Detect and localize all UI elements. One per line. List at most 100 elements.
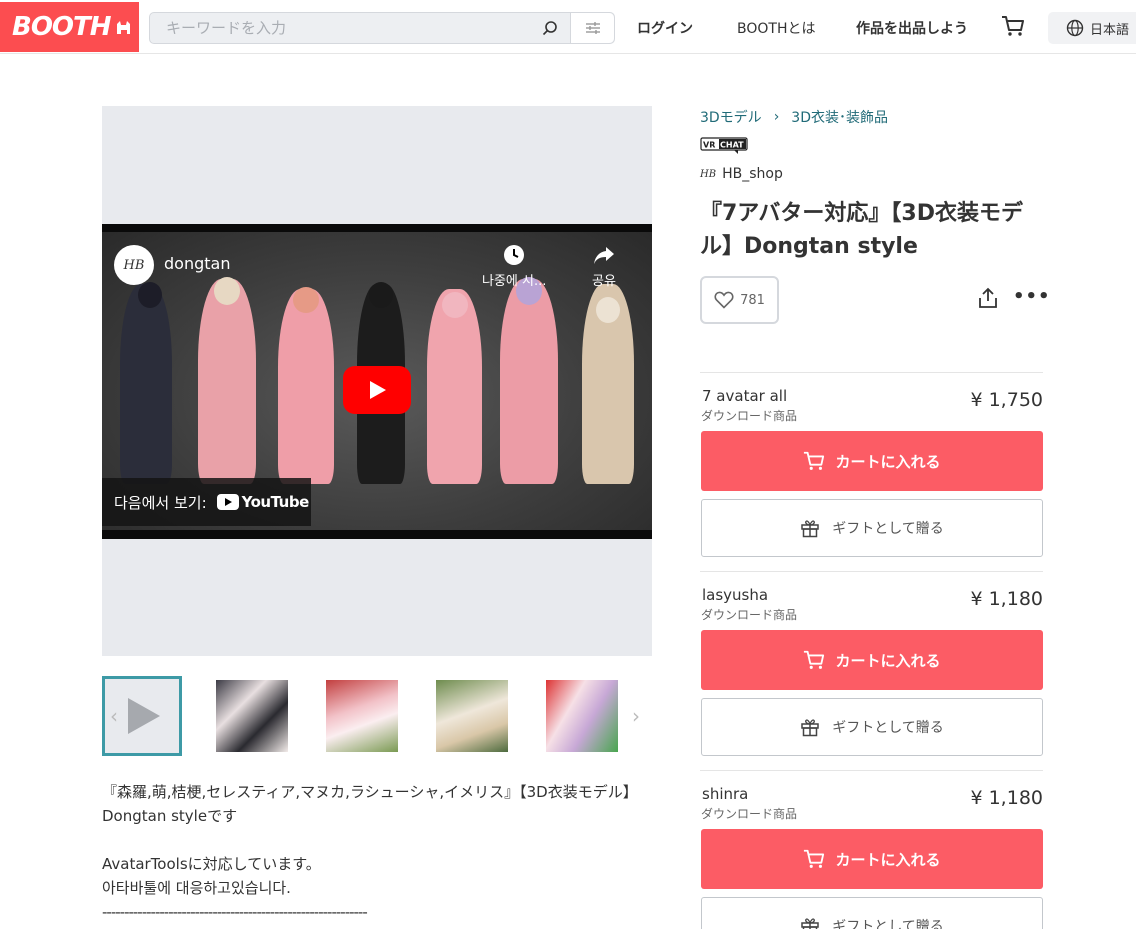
thumbnail-strip: ‹ › (102, 676, 652, 756)
avatar-figure (278, 289, 334, 484)
add-to-cart-label: カートに入れる (835, 651, 941, 670)
avatar-head (442, 292, 468, 318)
search-icon (542, 21, 557, 36)
youtube-embed[interactable]: HB dongtan 나중에 시... 공유 다음에서 보기: YouTube (102, 224, 652, 539)
variation-type: ダウンロード商品 (701, 608, 798, 622)
cart-icon (804, 849, 825, 868)
breadcrumb: 3Dモデル › 3D衣装･装飾品 (700, 107, 888, 127)
play-icon (128, 698, 160, 734)
search-input[interactable] (150, 13, 530, 43)
avatar-figure (500, 279, 558, 484)
gift-button[interactable]: ギフトとして贈る (701, 499, 1043, 557)
search-bar (149, 12, 615, 44)
breadcrumb-subcategory[interactable]: 3D衣装･装飾品 (791, 107, 888, 127)
share-icon (979, 287, 997, 308)
chevron-right-icon[interactable]: › (632, 704, 640, 728)
booth-logo[interactable]: BOOTH (0, 2, 139, 52)
avatar-figure (120, 284, 172, 484)
play-button[interactable] (343, 366, 411, 414)
language-selector[interactable]: 日本語 (1048, 12, 1136, 44)
share-video-button[interactable]: 공유 (592, 244, 616, 289)
gift-button[interactable]: ギフトとして贈る (701, 698, 1043, 756)
thumbnail-image[interactable] (436, 680, 508, 752)
gift-label: ギフトとして贈る (832, 521, 944, 537)
gift-label: ギフトとして贈る (832, 720, 944, 736)
channel-avatar[interactable]: HB (114, 245, 154, 285)
gift-label: ギフトとして贈る (832, 919, 944, 929)
play-icon (370, 381, 386, 399)
logo-text: BOOTH (12, 12, 112, 42)
cart-icon (1002, 16, 1024, 36)
youtube-logo: YouTube (216, 493, 310, 511)
cart-button[interactable] (1001, 14, 1025, 42)
add-to-cart-button[interactable]: カートに入れる (701, 431, 1043, 491)
vrchat-badge[interactable]: VR CHAT (700, 137, 748, 155)
shop-link[interactable]: HB HB_shop (700, 166, 783, 182)
gift-icon (801, 520, 819, 538)
thumbnail-image[interactable] (326, 680, 398, 752)
variation-item: 7 avatar all ダウンロード商品 ¥ 1,750 カートに入れる ギフ… (700, 372, 1043, 572)
shop-name: HB_shop (722, 166, 783, 182)
watch-on-label: 다음에서 보기: (114, 493, 207, 512)
chevron-left-icon[interactable]: ‹ (110, 704, 118, 728)
heart-icon (714, 291, 734, 309)
watch-later-label: 나중에 시... (482, 274, 547, 289)
gift-icon (801, 918, 819, 929)
add-to-cart-label: カートに入れる (835, 850, 941, 869)
variation-item: shinra ダウンロード商品 ¥ 1,180 カートに入れる ギフトとして贈る (700, 770, 1043, 929)
thumbnail-image[interactable] (216, 680, 288, 752)
product-description: 『森羅,萌,桔梗,セレスティア,マヌカ,ラシューシャ,イメリス』【3D衣装モデル… (102, 780, 652, 924)
video-frame: HB dongtan 나중에 시... 공유 다음에서 보기: YouTube (102, 232, 652, 530)
youtube-play-icon (216, 494, 239, 510)
avatar-head (138, 282, 162, 308)
variation-price: ¥ 1,180 (970, 588, 1043, 610)
description-line: 아타바툴에 대응하고있습니다. (102, 879, 291, 897)
breadcrumb-category[interactable]: 3Dモデル (700, 107, 762, 127)
language-label: 日本語 (1090, 22, 1130, 38)
site-header: BOOTH ログイン BOOTHとは 作品を出品しよう 日本語 (0, 0, 1136, 54)
badge-chat: CHAT (720, 141, 744, 150)
avatar-head (369, 282, 393, 308)
nav-sell[interactable]: 作品を出品しよう (856, 18, 968, 38)
watch-later-button[interactable]: 나중에 시... (482, 244, 546, 289)
globe-icon (1066, 19, 1084, 37)
youtube-logo-text: YouTube (241, 493, 310, 511)
channel-name[interactable]: dongtan (164, 254, 230, 273)
description-line: AvatarToolsに対応しています。 (102, 855, 321, 873)
cat-icon (116, 21, 130, 34)
add-to-cart-label: カートに入れる (835, 452, 941, 471)
description-line: 『森羅,萌,桔梗,セレスティア,マヌカ,ラシューシャ,イメリス』【3D衣装モデル… (102, 783, 638, 825)
filter-icon (585, 22, 600, 34)
add-to-cart-button[interactable]: カートに入れる (701, 630, 1043, 690)
variation-name: 7 avatar all (702, 387, 788, 405)
cart-icon (804, 650, 825, 669)
avatar-figure (198, 279, 256, 484)
shop-logo: HB (700, 168, 717, 180)
nav-login[interactable]: ログイン (637, 18, 693, 38)
share-label: 공유 (592, 274, 616, 289)
variation-price: ¥ 1,750 (970, 389, 1043, 411)
add-to-cart-button[interactable]: カートに入れる (701, 829, 1043, 889)
filter-button[interactable] (570, 13, 614, 43)
variation-name: shinra (702, 785, 749, 803)
share-arrow-icon (593, 247, 614, 264)
search-button[interactable] (530, 13, 570, 43)
thumbnail-image[interactable] (546, 680, 618, 752)
variation-name: lasyusha (702, 586, 769, 604)
badge-vr: VR (703, 141, 715, 150)
gift-icon (801, 719, 819, 737)
share-button[interactable] (978, 287, 998, 313)
like-count: 781 (740, 292, 765, 308)
more-options-icon[interactable]: ••• (1013, 286, 1051, 307)
chevron-right-icon: › (773, 109, 780, 125)
clock-icon (504, 245, 525, 265)
cart-icon (804, 451, 825, 470)
nav-about-booth[interactable]: BOOTHとは (737, 18, 815, 38)
product-title: 『7アバター対応』【3D衣装モデル】Dongtan style (700, 201, 1023, 259)
gift-button[interactable]: ギフトとして贈る (701, 897, 1043, 929)
watch-on-youtube[interactable]: 다음에서 보기: YouTube (102, 478, 311, 526)
avatar-head (293, 287, 319, 313)
like-button[interactable]: 781 (700, 276, 779, 324)
variation-item: lasyusha ダウンロード商品 ¥ 1,180 カートに入れる ギフトとして… (700, 571, 1043, 771)
product-media: HB dongtan 나중에 시... 공유 다음에서 보기: YouTube (102, 106, 652, 656)
